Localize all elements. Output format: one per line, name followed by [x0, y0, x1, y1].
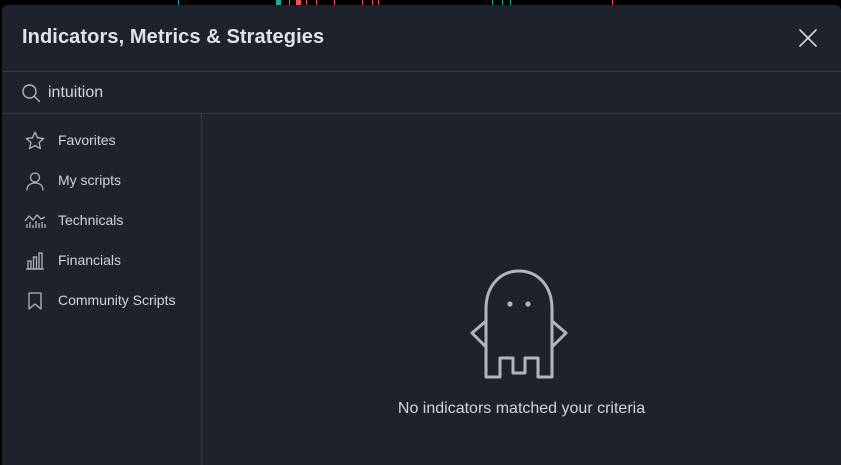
close-icon: [799, 29, 817, 47]
sidebar-item-my-scripts[interactable]: My scripts: [2, 161, 201, 201]
category-sidebar: Favorites My scripts Technicals Financia…: [2, 114, 202, 465]
sidebar-item-community-scripts[interactable]: Community Scripts: [2, 281, 201, 321]
empty-state-message: No indicators matched your criteria: [397, 400, 646, 417]
user-icon: [26, 172, 44, 191]
bookmark-icon: [28, 292, 42, 310]
sidebar-item-technicals[interactable]: Technicals: [2, 201, 201, 241]
search-icon: [22, 84, 41, 103]
sidebar-item-label: Financials: [58, 252, 122, 268]
dialog-title: Indicators, Metrics & Strategies: [22, 26, 325, 48]
search-bar: [2, 72, 841, 114]
results-panel: No indicators matched your criteria: [202, 114, 841, 465]
indicators-dialog: Indicators, Metrics & Strategies Favorit…: [2, 5, 841, 465]
sidebar-item-label: My scripts: [58, 172, 121, 188]
search-input[interactable]: [48, 80, 808, 106]
sidebar-item-label: Community Scripts: [58, 292, 176, 308]
sidebar-item-label: Technicals: [58, 212, 124, 228]
chart-line-icon: [24, 214, 46, 228]
ghost-icon: [470, 269, 568, 379]
bar-chart-icon: [26, 252, 44, 270]
close-button[interactable]: [795, 25, 821, 51]
star-icon: [25, 131, 45, 150]
sidebar-item-financials[interactable]: Financials: [2, 241, 201, 281]
sidebar-item-favorites[interactable]: Favorites: [2, 121, 201, 161]
sidebar-item-label: Favorites: [58, 132, 116, 148]
dialog-header: Indicators, Metrics & Strategies: [2, 5, 841, 72]
